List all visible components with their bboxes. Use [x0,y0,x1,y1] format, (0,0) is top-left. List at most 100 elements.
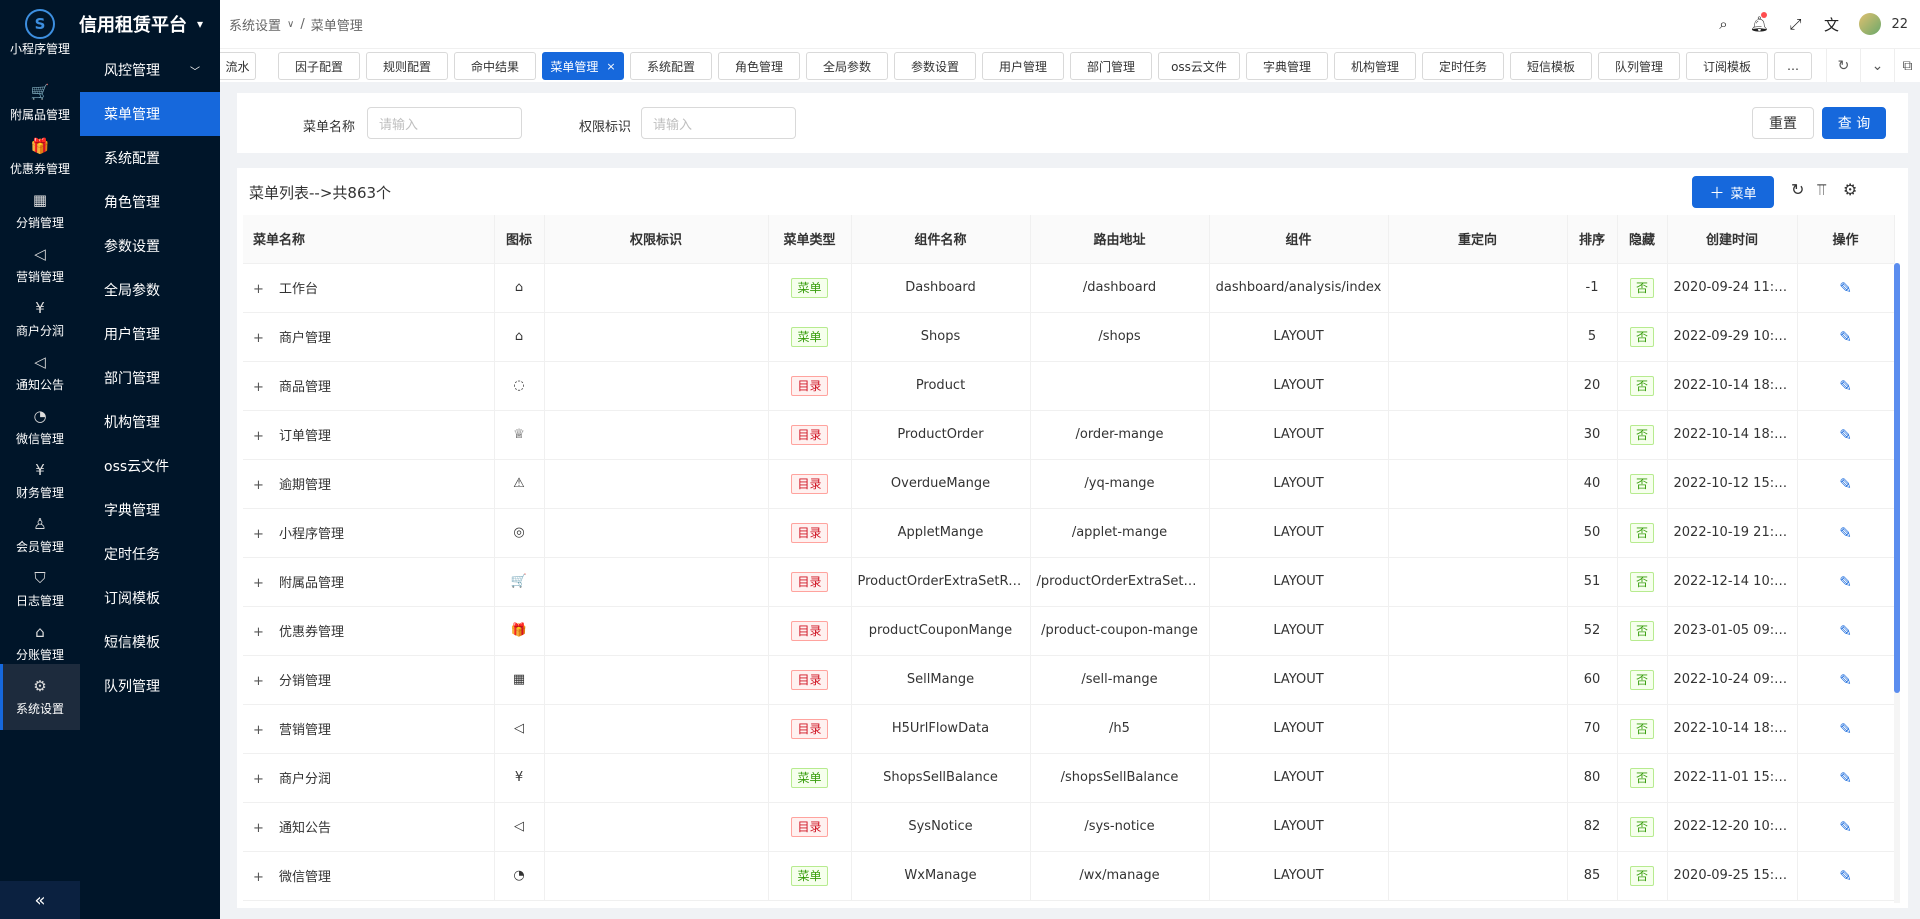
close-icon[interactable]: × [606,60,615,73]
language-icon[interactable]: 文 [1813,14,1849,35]
collapse-sidebar-button[interactable]: « [0,881,80,919]
submenu-item[interactable]: 系统配置 [80,136,220,180]
expand-icon[interactable]: + [253,429,269,444]
edit-icon[interactable]: ✎ [1839,573,1852,591]
menu-name-input[interactable]: 请输入 [367,107,522,139]
table-row[interactable]: + 逾期管理 ⚠ 目录 OverdueMange/yq-mange LAYOUT 40 否 20… [243,459,1895,509]
expand-icon[interactable]: + [253,723,269,738]
table-row[interactable]: + 小程序管理 ◎ 目录 AppletMange/applet-mange LAYOUT 5… [243,508,1895,558]
tab[interactable]: 菜单管理 × [542,52,624,80]
tab[interactable]: 命中结果 [454,52,536,80]
tab[interactable]: 用户管理 [982,52,1064,80]
edit-icon[interactable]: ✎ [1839,475,1852,493]
table-row[interactable]: + 分销管理 ▦ 目录 SellMange/sell-mange LAYOUT 60 否 202… [243,655,1895,705]
submenu-item[interactable]: 全局参数 [80,268,220,312]
submenu-item[interactable]: 机构管理 [80,400,220,444]
edit-icon[interactable]: ✎ [1839,328,1852,346]
submenu-item[interactable]: 字典管理 [80,488,220,532]
submenu-item[interactable]: 角色管理 [80,180,220,224]
edit-icon[interactable]: ✎ [1839,671,1852,689]
expand-icon[interactable]: + [253,380,269,395]
edit-icon[interactable]: ✎ [1839,818,1852,836]
table-row[interactable]: + 商户分润 ¥ 菜单 ShopsSellBalance/shopsSellBalanc… [243,753,1895,803]
fullscreen-icon[interactable]: ⤢ [1777,15,1813,33]
bell-icon[interactable]: 🔔︎ [1741,12,1777,33]
tab[interactable]: 流水 [220,52,256,80]
rail-item-12[interactable]: ⚙ 系统设置 [0,664,80,730]
expand-icon[interactable]: + [253,576,269,591]
submenu-item[interactable]: 参数设置 [80,224,220,268]
column-header: 菜单名称 [243,215,495,264]
expand-icon[interactable]: + [253,282,269,297]
edit-icon[interactable]: ✎ [1839,279,1852,297]
table-row[interactable]: + 微信管理 ◔ 菜单 WxManage/wx/manage LAYOUT 85 否 2020-… [243,851,1895,901]
edit-icon[interactable]: ✎ [1839,426,1852,444]
expand-icon[interactable]: + [253,821,269,836]
submenu-item[interactable]: 队列管理 [80,664,220,708]
column-header: 排序 [1567,215,1618,264]
table-row[interactable]: + 优惠券管理 🎁 目录 productCouponMange/product-coup… [243,606,1895,656]
menu-name-cell: + 营销管理 [243,704,495,754]
table-row[interactable]: + 附属品管理 🛒 目录 ProductOrderExtraSetRa.../produ… [243,557,1895,607]
tab[interactable]: 全局参数 [806,52,888,80]
edit-icon[interactable]: ✎ [1839,377,1852,395]
avatar[interactable] [1859,13,1882,35]
table-row[interactable]: + 商品管理 ◌ 目录 Product LAYOUT 20 否 2022-10-14 18:22… [243,361,1895,411]
expand-icon[interactable]: + [253,772,269,787]
edit-icon[interactable]: ✎ [1839,769,1852,787]
tab[interactable]: 规则配置 [366,52,448,80]
edit-icon[interactable]: ✎ [1839,720,1852,738]
table-row[interactable]: + 订单管理 ♕ 目录 ProductOrder/order-mange LAYOUT 30… [243,410,1895,460]
tab[interactable]: 队列管理 [1598,52,1680,80]
reload-icon[interactable]: ↻ [1791,180,1804,199]
tab[interactable]: 因子配置 [278,52,360,80]
tab[interactable]: 定时任务 [1422,52,1504,80]
submenu-item[interactable]: 定时任务 [80,532,220,576]
tab[interactable]: 参数设置 [894,52,976,80]
scrollbar-thumb[interactable] [1894,263,1900,693]
submenu-item[interactable]: 短信模板 [80,620,220,664]
user-name[interactable]: 22 [1891,17,1908,32]
refresh-tab-icon[interactable]: ↻ [1826,49,1860,82]
tab[interactable]: 短信模板 [1510,52,1592,80]
expand-icon[interactable]: + [253,625,269,640]
component-cell: dashboard/analysis/index [1209,263,1389,313]
expand-icon[interactable]: + [253,331,269,346]
edit-icon[interactable]: ✎ [1839,524,1852,542]
tab[interactable]: 部门管理 [1070,52,1152,80]
table-row[interactable]: + 商户管理 ⌂ 菜单 Shops/shops LAYOUT 5 否 2022-09-29 10… [243,312,1895,362]
tab[interactable]: oss云文件 [1158,52,1240,80]
expand-icon[interactable]: + [253,527,269,542]
tab[interactable]: 字典管理 [1246,52,1328,80]
table-row[interactable]: + 工作台 ⌂ 菜单 Dashboard/dashboard dashboard/anal… [243,263,1895,313]
table-row[interactable]: + 通知公告 ◁ 目录 SysNotice/sys-notice LAYOUT 82 否 202… [243,802,1895,852]
expand-icon[interactable]: + [253,674,269,689]
permission-input[interactable]: 请输入 [641,107,796,139]
tab[interactable]: 订阅模板 [1686,52,1768,80]
add-menu-button[interactable]: ＋ 菜单 [1692,176,1774,208]
expand-icon[interactable]: + [253,478,269,493]
column-height-icon[interactable]: ⫪ [1817,180,1826,200]
edit-icon[interactable]: ✎ [1839,867,1852,885]
tab[interactable]: 系统配置 [630,52,712,80]
table-row[interactable]: + 营销管理 ◁ 目录 H5UrlFlowData/h5 LAYOUT 70 否 2022-10… [243,704,1895,754]
submenu-item[interactable]: oss云文件 [80,444,220,488]
breadcrumb-parent[interactable]: 系统设置 [229,15,281,34]
tab[interactable]: 机构管理 [1334,52,1416,80]
submenu-item[interactable]: 用户管理 [80,312,220,356]
pin-icon[interactable]: ▾ [197,17,203,31]
submenu-group-risk[interactable]: 风控管理 ﹀ [80,48,220,92]
tab-fold-icon[interactable]: ⧉ [1894,49,1920,82]
edit-icon[interactable]: ✎ [1839,622,1852,640]
expand-icon[interactable]: + [253,870,269,885]
tab-menu-chevron-icon[interactable]: ⌄ [1860,49,1894,82]
table-settings-icon[interactable]: ⚙ [1843,180,1857,199]
search-icon[interactable]: ⌕ [1705,15,1741,33]
submenu-item[interactable]: 菜单管理 [80,92,220,136]
reset-button[interactable]: 重置 [1752,107,1814,139]
submenu-item[interactable]: 部门管理 [80,356,220,400]
submenu-item[interactable]: 订阅模板 [80,576,220,620]
tab[interactable]: 角色管理 [718,52,800,80]
query-button[interactable]: 查 询 [1822,107,1886,139]
tab[interactable]: … [1774,52,1812,80]
